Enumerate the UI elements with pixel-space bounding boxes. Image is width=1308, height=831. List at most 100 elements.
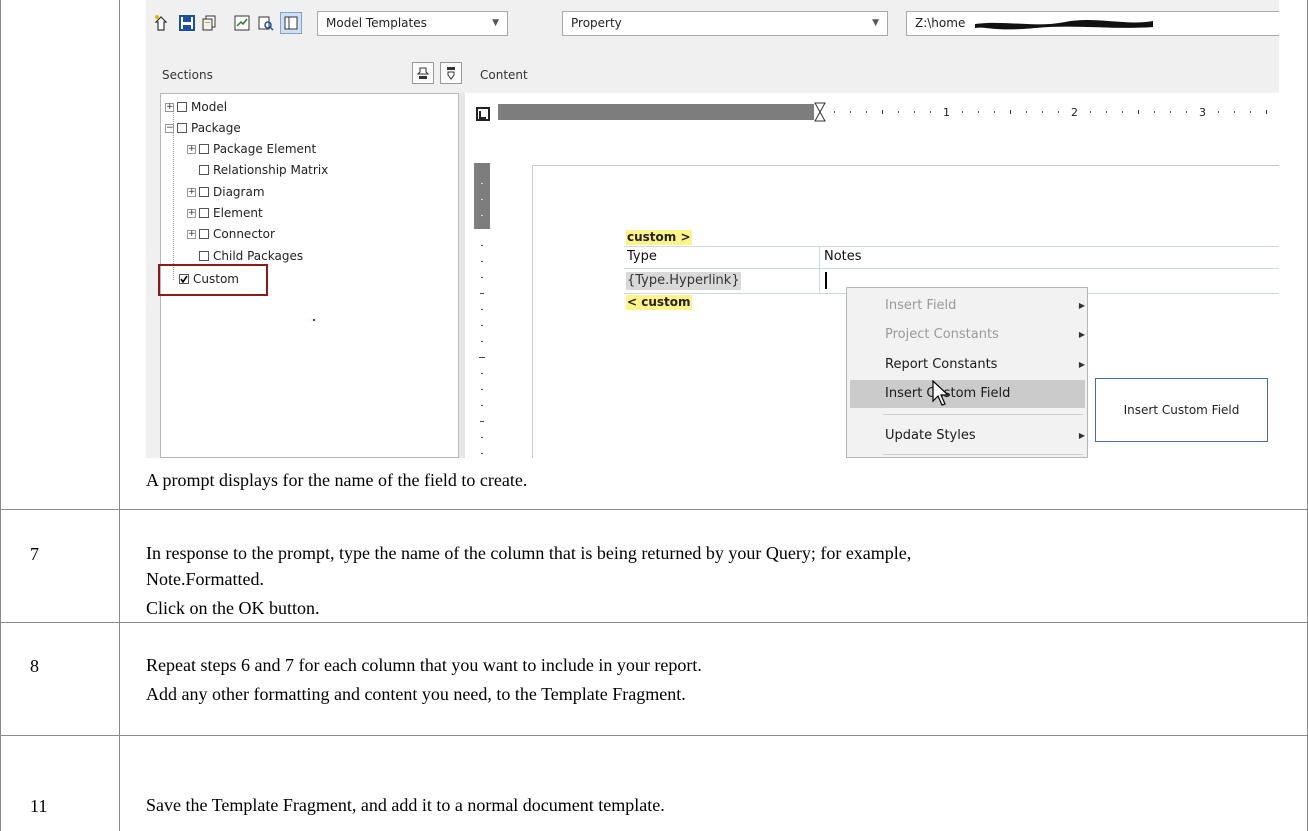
context-menu: Insert Field ▶ Project Constants ▶ Report … bbox=[846, 287, 1088, 458]
template-type-dropdown[interactable]: Model Templates ▼ bbox=[317, 11, 508, 36]
menu-item-label: Project Constants bbox=[885, 327, 999, 342]
expand-icon[interactable]: + bbox=[187, 144, 196, 154]
menu-item-update-styles[interactable]: Update Styles ▶ bbox=[885, 423, 1085, 449]
property-value: Property bbox=[571, 16, 622, 30]
row-divider bbox=[0, 622, 1308, 623]
checkbox[interactable] bbox=[199, 251, 209, 261]
tree-item-relationship-matrix[interactable]: Relationship Matrix bbox=[199, 160, 328, 180]
checkbox[interactable] bbox=[199, 187, 209, 197]
checkbox[interactable] bbox=[177, 102, 187, 112]
expand-icon[interactable]: + bbox=[187, 229, 196, 239]
menu-left-strip bbox=[847, 288, 877, 457]
menu-item-label: Report Constants bbox=[885, 357, 998, 372]
table-column-divider bbox=[119, 0, 120, 831]
save-icon[interactable] bbox=[176, 12, 198, 34]
custom-highlight-box bbox=[158, 264, 268, 296]
step-number: 8 bbox=[30, 656, 39, 676]
step-text: Click on the OK button. bbox=[146, 598, 320, 618]
table-col-divider bbox=[819, 246, 820, 294]
stray-dot bbox=[313, 319, 315, 321]
step-text: Save the Template Fragment, and add it t… bbox=[146, 795, 665, 815]
checkbox[interactable] bbox=[199, 229, 209, 239]
tree-item-label: Child Packages bbox=[213, 249, 304, 263]
expand-icon[interactable]: + bbox=[187, 187, 196, 197]
menu-item-insert-field[interactable]: Insert Field ▶ bbox=[885, 293, 1085, 319]
tree-item-diagram[interactable]: + Diagram bbox=[187, 182, 265, 202]
step-number: 11 bbox=[30, 796, 48, 816]
mouse-pointer-icon bbox=[932, 380, 950, 406]
copy-icon[interactable] bbox=[198, 12, 220, 34]
ruler-number: 1 bbox=[943, 106, 950, 119]
menu-item-project-constants[interactable]: Project Constants ▶ bbox=[885, 322, 1085, 348]
menu-item-insert-custom-field[interactable]: Insert Custom Field bbox=[885, 381, 1075, 407]
row-divider bbox=[0, 735, 1308, 736]
tree-item-label: Connector bbox=[213, 227, 275, 241]
tree-item-label: Diagram bbox=[213, 185, 265, 199]
tree-item-label: Model bbox=[191, 100, 228, 114]
screenshot-caption: A prompt displays for the name of the fi… bbox=[146, 470, 528, 490]
panel-toggle-icon[interactable] bbox=[280, 12, 302, 34]
redaction-mark bbox=[975, 20, 1153, 30]
preview-icon[interactable] bbox=[255, 12, 277, 34]
step-text: In response to the prompt, type the name… bbox=[146, 543, 912, 563]
menu-item-label: Insert Field bbox=[885, 298, 957, 313]
check-all-icon[interactable] bbox=[412, 62, 434, 84]
vertical-ruler bbox=[474, 163, 490, 458]
content-label: Content bbox=[480, 68, 528, 82]
chevron-down-icon: ▼ bbox=[492, 18, 499, 28]
submenu-arrow-icon: ▶ bbox=[1078, 301, 1085, 310]
tree-item-element[interactable]: + Element bbox=[187, 203, 263, 223]
new-template-icon[interactable] bbox=[150, 12, 172, 34]
sections-label: Sections bbox=[162, 68, 213, 82]
tree-item-package[interactable]: − Package bbox=[165, 118, 241, 138]
tooltip-text: Insert Custom Field bbox=[1123, 403, 1240, 417]
step-text: Repeat steps 6 and 7 for each column tha… bbox=[146, 655, 702, 675]
step-text: Add any other formatting and content you… bbox=[146, 684, 686, 704]
chevron-down-icon: ▼ bbox=[872, 18, 879, 28]
custom-start-tag: custom > bbox=[626, 230, 692, 245]
ruler-corner-icon bbox=[476, 107, 490, 121]
column-header-type: Type bbox=[627, 249, 657, 264]
tree-item-connector[interactable]: + Connector bbox=[187, 224, 275, 244]
table-border-mid bbox=[624, 268, 1279, 269]
menu-separator bbox=[883, 414, 1083, 415]
checkbox[interactable] bbox=[199, 165, 209, 175]
step-text: Note.Formatted. bbox=[146, 569, 264, 589]
submenu-arrow-icon: ▶ bbox=[1078, 330, 1085, 339]
template-editor-screenshot: Model Templates ▼ Property ▼ Z:\home Sec… bbox=[146, 0, 1279, 458]
property-dropdown[interactable]: Property ▼ bbox=[562, 11, 888, 36]
tooltip: Insert Custom Field bbox=[1095, 378, 1268, 442]
tree-connector-line bbox=[173, 108, 175, 280]
checkbox[interactable] bbox=[177, 123, 187, 133]
table-border-left bbox=[0, 0, 1, 831]
text-cursor bbox=[825, 272, 827, 289]
left-gutter bbox=[458, 93, 465, 458]
ruler-number: 3 bbox=[1199, 106, 1206, 119]
custom-end-tag: < custom bbox=[626, 295, 692, 310]
row-divider bbox=[0, 509, 1308, 510]
column-header-notes: Notes bbox=[824, 249, 862, 264]
tree-item-label: Element bbox=[213, 206, 263, 220]
path-value: Z:\home bbox=[915, 16, 966, 30]
tree-item-package-element[interactable]: + Package Element bbox=[187, 139, 316, 159]
uncheck-all-icon[interactable] bbox=[440, 62, 462, 84]
menu-item-report-constants[interactable]: Report Constants ▶ bbox=[885, 352, 1085, 378]
type-hyperlink-field[interactable]: {Type.Hyperlink} bbox=[626, 272, 741, 290]
submenu-arrow-icon: ▶ bbox=[1078, 360, 1085, 369]
submenu-arrow-icon: ▶ bbox=[1078, 431, 1085, 440]
properties-icon[interactable] bbox=[231, 12, 253, 34]
menu-separator bbox=[883, 454, 1083, 455]
tree-item-label: Package bbox=[191, 121, 241, 135]
tree-item-label: Relationship Matrix bbox=[213, 163, 329, 177]
horizontal-ruler: 1 2 3 bbox=[498, 102, 1279, 122]
ruler-number: 2 bbox=[1071, 106, 1078, 119]
path-field[interactable]: Z:\home bbox=[906, 11, 1279, 36]
checkbox[interactable] bbox=[199, 208, 209, 218]
step-number: 7 bbox=[30, 544, 39, 564]
menu-item-label: Update Styles bbox=[885, 428, 976, 443]
template-type-value: Model Templates bbox=[326, 16, 427, 30]
tree-item-child-packages[interactable]: Child Packages bbox=[199, 246, 303, 266]
checkbox[interactable] bbox=[199, 144, 209, 154]
expand-icon[interactable]: + bbox=[187, 208, 196, 218]
table-border-top bbox=[624, 246, 1279, 247]
